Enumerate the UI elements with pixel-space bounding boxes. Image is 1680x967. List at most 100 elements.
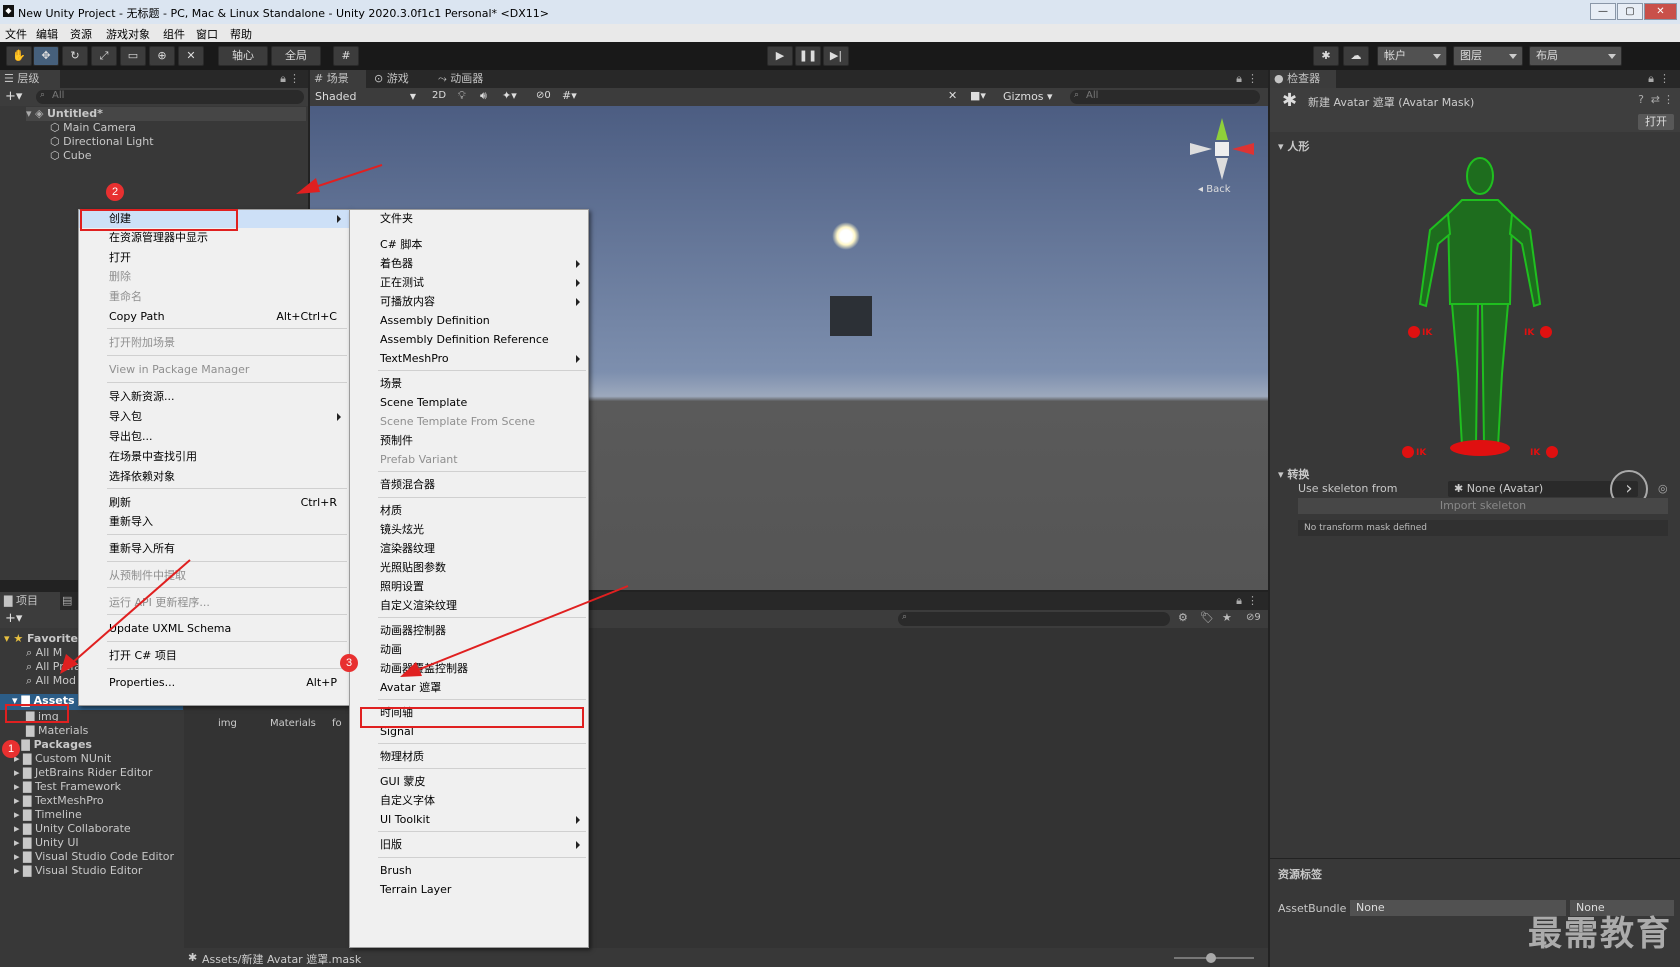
submenu-item[interactable]: 文件夹 xyxy=(350,210,588,228)
context-menu-item[interactable]: 删除 xyxy=(79,268,349,286)
avatar-head[interactable] xyxy=(1466,157,1494,195)
submenu-item[interactable]: Scene Template xyxy=(350,394,588,412)
close-button[interactable]: ✕ xyxy=(1644,3,1677,20)
submenu-item[interactable]: 动画 xyxy=(350,641,588,659)
2d-toggle[interactable]: 2D xyxy=(432,90,446,101)
sun-light-icon[interactable] xyxy=(832,222,860,250)
scene-gizmo[interactable]: ◂ Back xyxy=(1190,118,1260,198)
avatar-right-arm[interactable] xyxy=(1508,211,1542,308)
submenu-item[interactable]: GUI 蒙皮 xyxy=(350,773,588,791)
submenu-item[interactable]: Avatar 遮罩 xyxy=(350,679,588,697)
context-menu-item[interactable]: 导入包 xyxy=(79,408,349,426)
submenu-item[interactable]: 照明设置 xyxy=(350,578,588,596)
submenu-item[interactable]: 物理材质 xyxy=(350,748,588,766)
submenu-item[interactable]: 场景 xyxy=(350,375,588,393)
lock-icon[interactable]: 🔒︎ xyxy=(1648,72,1654,86)
preset-icon[interactable]: ⇄ xyxy=(1651,93,1660,106)
pause-button[interactable]: ❚❚ xyxy=(795,46,821,66)
kebab-menu-icon[interactable]: ⋮ xyxy=(1659,72,1670,85)
console-tab-icon[interactable]: ▤ xyxy=(62,594,72,607)
rect-tool-icon[interactable]: ▭ xyxy=(120,46,146,66)
favorite-item[interactable]: ⌕ All Mod xyxy=(26,674,76,688)
context-menu-item[interactable]: 打开附加场景 xyxy=(79,334,349,352)
filter-label-icon[interactable]: 🏷︎ xyxy=(1200,611,1214,624)
submenu-item[interactable]: 自定义字体 xyxy=(350,792,588,810)
add-icon[interactable]: +▾ xyxy=(5,89,22,104)
scene-search-input[interactable]: ⌕ All xyxy=(1070,90,1260,104)
package-folder-item[interactable]: ▸ ▇ Visual Studio Editor xyxy=(14,864,142,877)
submenu-item[interactable]: 音频混合器 xyxy=(350,476,588,494)
submenu-item[interactable]: Prefab Variant xyxy=(350,451,588,469)
rotate-tool-icon[interactable]: ↻ xyxy=(62,46,88,66)
project-search-input[interactable]: ⌕ xyxy=(898,612,1170,626)
favorite-icon[interactable]: ★ xyxy=(1222,611,1232,624)
transform-tool-icon[interactable]: ⊕ xyxy=(149,46,175,66)
effects-icon[interactable]: ✦▾ xyxy=(502,89,517,102)
layers-dropdown[interactable]: 图层 xyxy=(1453,46,1523,66)
context-menu-item[interactable]: 重新导入 xyxy=(79,513,349,531)
submenu-item[interactable]: UI Toolkit xyxy=(350,811,588,829)
favorites-row[interactable]: ▾ ★ Favorites xyxy=(4,632,85,645)
submenu-item[interactable]: 镜头炫光 xyxy=(350,521,588,539)
submenu-item[interactable]: 渲染器纹理 xyxy=(350,540,588,558)
submenu-item[interactable]: Assembly Definition Reference xyxy=(350,331,588,349)
tools-icon[interactable]: ✕ xyxy=(948,89,957,102)
lock-icon[interactable]: 🔒︎ xyxy=(1236,72,1242,86)
submenu-item[interactable]: 旧版 xyxy=(350,836,588,854)
open-button[interactable]: 打开 xyxy=(1638,114,1674,130)
context-menu-item[interactable]: 运行 API 更新程序... xyxy=(79,594,349,612)
hierarchy-search-input[interactable]: ⌕ All xyxy=(36,90,304,104)
menu-assets[interactable]: 资源 xyxy=(70,26,92,42)
lighting-icon[interactable]: 💡︎ xyxy=(458,89,466,103)
favorite-item[interactable]: ⌕ All Prefa xyxy=(26,660,81,674)
context-menu-item[interactable]: Copy Path Alt+Ctrl+C xyxy=(79,308,349,326)
global-toggle[interactable]: 全局 xyxy=(271,46,321,66)
submenu-item[interactable]: 动画器覆盖控制器 xyxy=(350,660,588,678)
humanoid-foldout[interactable]: ▾ 人形 xyxy=(1278,138,1309,154)
context-menu-item[interactable]: 打开 C# 项目 xyxy=(79,647,349,665)
object-picker-icon[interactable]: ◎ xyxy=(1658,482,1668,495)
humanoid-avatar-diagram[interactable]: IK IK IK IK xyxy=(1400,154,1560,464)
kebab-menu-icon[interactable]: ⋮ xyxy=(289,72,300,85)
hierarchy-item-cube[interactable]: ⬡ Cube xyxy=(50,149,92,162)
submenu-item[interactable]: Scene Template From Scene xyxy=(350,413,588,431)
cloud-icon[interactable]: ☁ xyxy=(1343,46,1369,66)
layout-dropdown[interactable]: 布局 xyxy=(1529,46,1622,66)
menu-help[interactable]: 帮助 xyxy=(230,26,252,42)
audio-icon[interactable]: 🔊︎ xyxy=(480,89,487,103)
packages-folder-row[interactable]: ▾ ▇ Packages xyxy=(12,738,92,751)
package-folder-item[interactable]: ▸ ▇ JetBrains Rider Editor xyxy=(14,766,152,779)
submenu-item[interactable]: 自定义渲染纹理 xyxy=(350,597,588,615)
context-menu-item[interactable]: 从预制件中提取 xyxy=(79,567,349,585)
asset-label[interactable]: fo xyxy=(332,718,342,729)
scene-root-row[interactable]: ▾ ◈ Untitled* xyxy=(26,107,306,121)
tab-project[interactable]: ▇ 项目 xyxy=(0,592,60,610)
kebab-menu-icon[interactable]: ⋮ xyxy=(1663,93,1674,106)
context-menu-item[interactable]: Properties... Alt+P xyxy=(79,674,349,692)
context-menu-item[interactable]: View in Package Manager xyxy=(79,361,349,379)
context-menu-item[interactable]: 导入新资源... xyxy=(79,388,349,406)
submenu-item[interactable]: 可播放内容 xyxy=(350,293,588,311)
scale-tool-icon[interactable]: ⤢ xyxy=(91,46,117,66)
submenu-item[interactable]: TextMeshPro xyxy=(350,350,588,368)
snap-grid-icon[interactable]: # xyxy=(333,46,359,66)
package-folder-item[interactable]: ▸ ▇ Unity Collaborate xyxy=(14,822,131,835)
avatar-torso[interactable] xyxy=(1446,199,1514,305)
tab-inspector[interactable]: ● 检查器 xyxy=(1270,70,1336,88)
package-folder-item[interactable]: ▸ ▇ Custom NUnit xyxy=(14,752,111,765)
submenu-item[interactable]: C# 脚本 xyxy=(350,236,588,254)
lock-icon[interactable]: 🔒︎ xyxy=(1236,594,1242,608)
submenu-item[interactable]: 动画器控制器 xyxy=(350,622,588,640)
grid-icon[interactable]: #▾ xyxy=(562,89,577,102)
submenu-item[interactable]: 着色器 xyxy=(350,255,588,273)
ik-right-hand[interactable] xyxy=(1540,326,1552,338)
ik-left-hand[interactable] xyxy=(1408,326,1420,338)
help-icon[interactable]: ? xyxy=(1638,93,1644,106)
move-tool-icon[interactable]: ✥ xyxy=(33,46,59,66)
slider-handle[interactable] xyxy=(1206,953,1216,963)
avatar-left-leg[interactable] xyxy=(1450,303,1480,448)
hierarchy-item-directional-light[interactable]: ⬡ Directional Light xyxy=(50,135,154,148)
kebab-menu-icon[interactable]: ⋮ xyxy=(1247,72,1258,85)
context-menu-item[interactable]: 在资源管理器中显示 xyxy=(79,229,349,247)
context-menu-item[interactable]: 选择依赖对象 xyxy=(79,468,349,486)
